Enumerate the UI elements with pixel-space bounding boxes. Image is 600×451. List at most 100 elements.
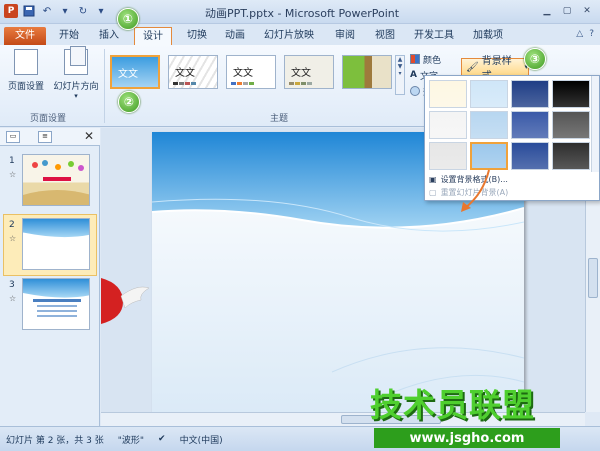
tabs-right-controls: △ ? — [576, 29, 594, 39]
theme-sample-text: 文文 — [291, 68, 311, 79]
tab-file[interactable]: 文件 — [4, 27, 46, 45]
format-background-icon: ▣ — [429, 175, 437, 184]
undo-icon[interactable]: ↶ — [40, 4, 54, 18]
watermark-url: www.jsgho.com — [374, 428, 560, 448]
winged-heart-graphic — [101, 278, 150, 324]
background-style-swatch[interactable] — [429, 142, 467, 170]
tab-slideshow[interactable]: 幻灯片放映 — [258, 27, 320, 45]
pointer-arrow — [461, 169, 490, 212]
window-controls: ▁ ▢ ✕ — [538, 3, 596, 19]
title-bar: P ↶ ▾ ↻ ▾ 动画PPT.pptx - Microsoft PowerPo… — [0, 0, 600, 24]
maximize-icon[interactable]: ▢ — [558, 3, 576, 19]
customize-toolbar-icon[interactable]: ▾ — [94, 4, 108, 18]
tab-transitions[interactable]: 切换 — [182, 27, 212, 45]
theme-3[interactable]: 文文 — [226, 55, 276, 89]
background-style-swatch[interactable] — [511, 80, 549, 108]
group-label-page-setup: 页面设置 — [30, 114, 67, 124]
slide-orientation-icon — [64, 46, 88, 75]
background-style-swatch[interactable] — [470, 80, 508, 108]
background-style-swatch[interactable] — [429, 80, 467, 108]
colors-icon — [410, 54, 420, 64]
step-badge-1: ① — [117, 8, 139, 30]
pane-tabs: ▭ ≡ ✕ — [0, 128, 100, 146]
slide-thumbnail[interactable] — [22, 154, 90, 206]
background-styles-icon: 🖌 — [466, 61, 479, 73]
undo-dropdown-icon[interactable]: ▾ — [58, 4, 72, 18]
theme-name: "波形" — [117, 435, 145, 446]
step-badge-3: ③ — [524, 48, 546, 70]
outline-tab-icon[interactable]: ≡ — [38, 131, 52, 143]
slide-number: 2 — [9, 220, 15, 230]
theme-4[interactable]: 文文 — [284, 55, 334, 89]
slide-orientation-button[interactable]: 幻灯片方向 ▾ — [50, 46, 102, 100]
reset-background-icon: ▢ — [429, 188, 437, 197]
close-icon[interactable]: ✕ — [578, 3, 596, 19]
tab-view[interactable]: 视图 — [370, 27, 400, 45]
fonts-icon: A — [410, 70, 417, 80]
chevron-down-icon: ▾ — [74, 92, 78, 100]
minimize-icon[interactable]: ▁ — [538, 3, 556, 19]
theme-sample-text: 文文 — [175, 68, 195, 79]
background-style-swatch[interactable] — [552, 111, 590, 139]
background-style-swatch[interactable] — [552, 142, 590, 170]
slide-info: 幻灯片 第 2 张，共 3 张 — [6, 435, 104, 446]
background-style-swatch[interactable] — [511, 142, 549, 170]
background-style-swatch[interactable] — [429, 111, 467, 139]
effects-icon — [410, 86, 420, 96]
background-style-swatch[interactable] — [511, 111, 549, 139]
group-separator — [104, 49, 105, 123]
tab-addins[interactable]: 加载项 — [470, 27, 506, 45]
quick-access-toolbar: P ↶ ▾ ↻ ▾ — [4, 4, 108, 18]
slide-number: 3 — [9, 280, 15, 290]
slide-1-preview — [23, 160, 89, 205]
watermark-title: 技术员联盟 — [370, 386, 536, 424]
save-icon[interactable] — [22, 4, 36, 18]
group-label-themes: 主题 — [270, 114, 289, 124]
slide-2-preview — [23, 219, 89, 239]
page-setup-button[interactable]: 页面设置 — [4, 49, 48, 92]
powerpoint-app-icon[interactable]: P — [4, 4, 18, 18]
tab-home[interactable]: 开始 — [54, 27, 84, 45]
page-setup-icon — [14, 49, 38, 75]
help-icon[interactable]: ? — [589, 29, 594, 39]
slide-number: 1 — [9, 156, 15, 166]
animation-star-icon: ☆ — [9, 170, 17, 179]
theme-5[interactable] — [342, 55, 392, 89]
tab-insert[interactable]: 插入 — [94, 27, 124, 45]
background-style-swatch[interactable] — [470, 111, 508, 139]
scroll-thumb[interactable] — [588, 258, 598, 298]
slide-orientation-label: 幻灯片方向 — [53, 82, 99, 92]
tab-animations[interactable]: 动画 — [220, 27, 250, 45]
spellcheck-icon[interactable]: ✔ — [158, 434, 166, 444]
tab-review[interactable]: 审阅 — [330, 27, 360, 45]
background-styles-button[interactable]: 🖌 背景样式 ▾ — [461, 56, 529, 82]
minimize-ribbon-icon[interactable]: △ — [576, 29, 583, 39]
language-indicator[interactable]: 中文(中国) — [180, 433, 223, 446]
slide-thumbnail[interactable] — [22, 278, 90, 330]
close-pane-icon[interactable]: ✕ — [84, 129, 94, 143]
gallery-scroll[interactable]: ▲ ▼ ▾ — [395, 55, 405, 95]
animation-star-icon: ☆ — [9, 294, 17, 303]
tab-design[interactable]: 设计 — [134, 27, 172, 46]
window-title: 动画PPT.pptx - Microsoft PowerPoint — [205, 7, 400, 20]
slide-thumbnail[interactable] — [22, 218, 90, 270]
theme-waveform[interactable]: 文文 — [110, 55, 160, 89]
theme-sample-text: 文文 — [233, 68, 253, 79]
theme-sample-text: 文文 — [118, 69, 138, 80]
colors-label: 颜色 — [423, 55, 442, 66]
theme-2[interactable]: 文文 — [168, 55, 218, 89]
tab-developer[interactable]: 开发工具 — [410, 27, 458, 45]
background-styles-dropdown: ▣ 设置背景格式(B)... ▢ 重置幻灯片背景(A) — [424, 75, 600, 201]
background-style-swatch[interactable] — [552, 80, 590, 108]
dropdown-scrollbar[interactable] — [591, 76, 599, 172]
slides-pane: ▭ ≡ ✕ 1 ☆ 2 ☆ 3 ☆ — [0, 128, 100, 426]
redo-icon[interactable]: ↻ — [76, 4, 90, 18]
background-style-swatch[interactable] — [470, 142, 508, 170]
colors-button[interactable]: 颜色 — [410, 51, 441, 67]
page-setup-label: 页面设置 — [7, 82, 44, 92]
slides-tab-icon[interactable]: ▭ — [6, 131, 20, 143]
ribbon-tabs: 文件 开始 插入 设计 切换 动画 幻灯片放映 审阅 视图 开发工具 加载项 △… — [0, 24, 600, 46]
slide-3-preview — [23, 279, 89, 317]
animation-star-icon: ☆ — [9, 234, 17, 243]
step-badge-2: ② — [118, 91, 140, 113]
